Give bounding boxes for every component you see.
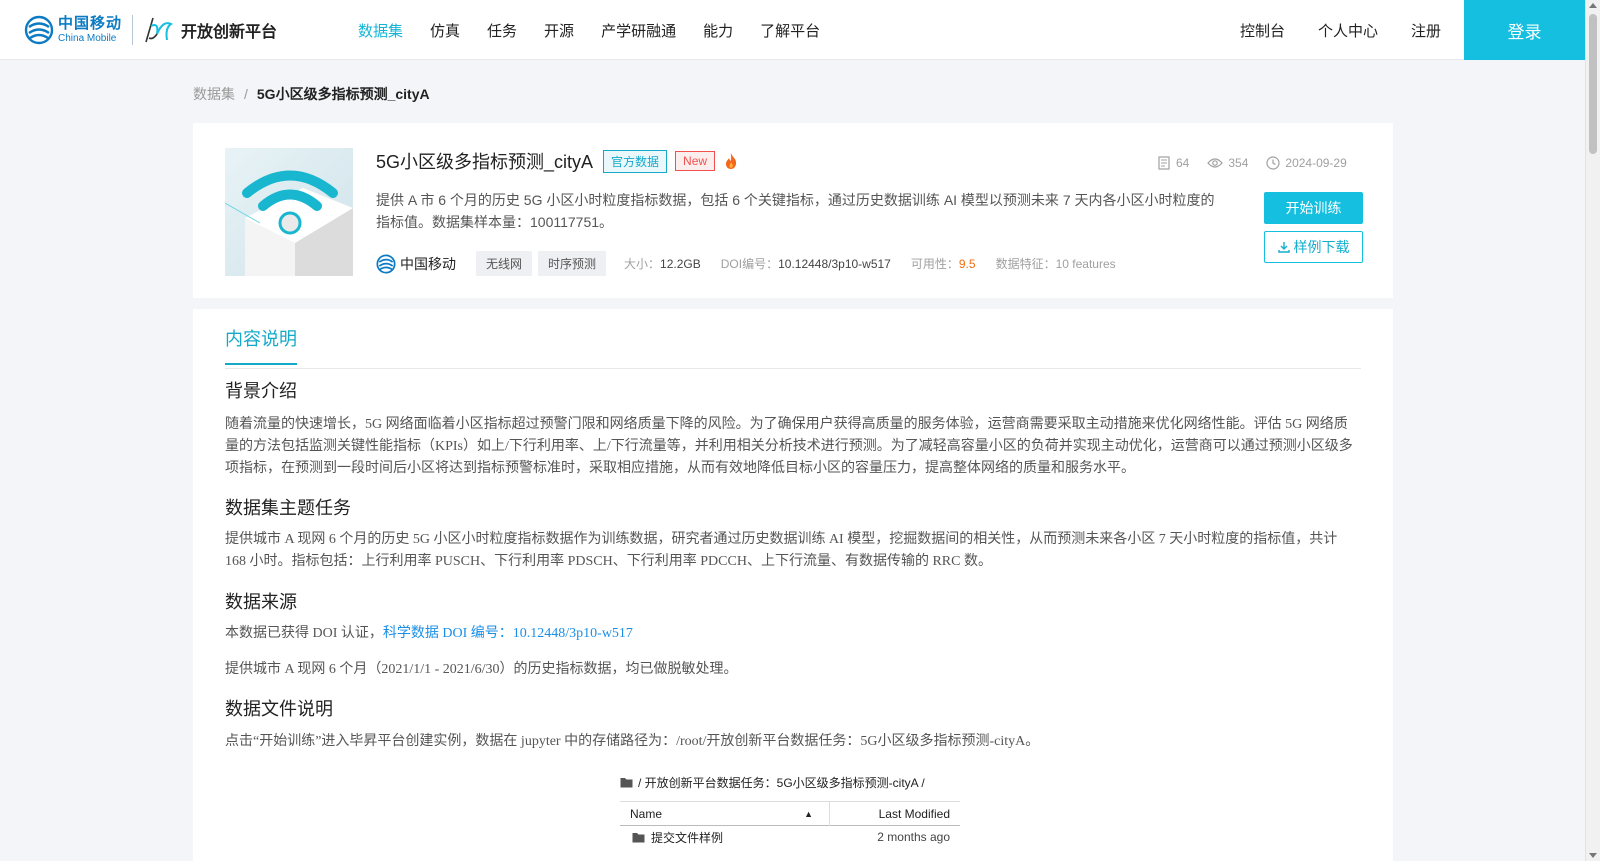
china-mobile-logo-icon [376, 253, 396, 274]
sample-download-button[interactable]: 样例下载 [1264, 231, 1363, 263]
main-nav: 数据集 仿真 任务 开源 产学研融通 能力 了解平台 [358, 0, 847, 60]
dataset-description: 提供 A 市 6 个月的历史 5G 小区小时粒度指标数据，包括 6 个关键指标，… [376, 192, 1215, 230]
tag-wireless[interactable]: 无线网 [476, 251, 533, 276]
tag-timeseries[interactable]: 时序预测 [538, 251, 607, 276]
breadcrumb-separator: / [244, 86, 248, 102]
china-mobile-logo-icon [24, 15, 54, 45]
clock-icon [1266, 156, 1280, 170]
features-value: 10 features [1055, 257, 1116, 271]
profile-link[interactable]: 个人中心 [1318, 20, 1378, 41]
source-text: 本数据已获得 DOI 认证， [225, 626, 383, 641]
dataset-info-card: 5G小区级多指标预测_cityA 官方数据 New 64 354 2024-09… [193, 123, 1393, 298]
column-name: Name [630, 806, 663, 821]
official-data-badge: 官方数据 [603, 149, 668, 173]
dataset-title: 5G小区级多指标预测_cityA [376, 152, 594, 172]
brand-mark-icon [145, 17, 174, 43]
scroll-thumb[interactable] [1589, 14, 1597, 154]
breadcrumb-current: 5G小区级多指标预测_cityA [256, 86, 430, 102]
file-browser-screenshot: / 开放创新平台数据任务：5G小区级多指标预测-cityA / Name ▲ L… [620, 773, 960, 848]
section-title-task: 数据集主题任务 [225, 498, 351, 518]
section-title-files: 数据文件说明 [225, 699, 333, 719]
new-badge: New [675, 151, 716, 171]
scroll-up-arrow-icon[interactable] [1589, 3, 1597, 8]
console-link[interactable]: 控制台 [1240, 20, 1285, 41]
column-last-modified[interactable]: Last Modified [830, 807, 960, 821]
file-count-icon [1158, 156, 1170, 170]
view-count: 354 [1228, 156, 1249, 170]
top-header: 中国移动 China Mobile 开放创新平台 数据集 仿真 任务 开源 产学… [0, 0, 1585, 60]
file-browser-path: / 开放创新平台数据任务：5G小区级多指标预测-cityA / [638, 775, 925, 790]
tab-bar: 内容说明 [225, 309, 1361, 369]
provider-name: 中国移动 [400, 255, 456, 272]
nav-item-about[interactable]: 了解平台 [760, 20, 820, 41]
right-nav: 控制台 个人中心 注册 [1240, 0, 1474, 60]
usability-label: 可用性： [910, 257, 959, 271]
features-label: 数据特征： [995, 257, 1056, 271]
file-name: 提交文件样例 [651, 830, 724, 845]
nav-item-tasks[interactable]: 任务 [487, 20, 517, 41]
table-row[interactable]: 提交文件样例 2 months ago [620, 826, 960, 848]
section-text-background: 随着流量的快速增长，5G 网络面临着小区指标超过预警门限和网络质量下降的风险。为… [225, 417, 1353, 476]
usability-value: 9.5 [958, 257, 976, 271]
content-card: 内容说明 背景介绍 随着流量的快速增长，5G 网络面临着小区指标超过预警门限和网… [193, 309, 1393, 861]
nav-item-industry[interactable]: 产学研融通 [601, 20, 676, 41]
file-count: 64 [1176, 156, 1190, 170]
sample-download-label: 样例下载 [1293, 239, 1350, 255]
section-title-source: 数据来源 [225, 592, 297, 612]
publish-date: 2024-09-29 [1285, 156, 1347, 170]
doi-link[interactable]: 科学数据 DOI 编号：10.12448/3p10-w517 [383, 626, 633, 641]
folder-icon [620, 777, 633, 787]
section-text-files: 点击“开始训练”进入毕昇平台创建实例，数据在 jupyter 中的存储路径为：/… [225, 734, 1040, 749]
logo[interactable]: 中国移动 China Mobile 开放创新平台 [24, 13, 277, 47]
logo-en: China Mobile [58, 33, 117, 44]
provider[interactable]: 中国移动 [376, 253, 456, 274]
breadcrumb-datasets[interactable]: 数据集 [193, 84, 235, 104]
nav-item-capability[interactable]: 能力 [703, 20, 733, 41]
breadcrumb: 数据集 / 5G小区级多指标预测_cityA [193, 84, 430, 104]
file-table: Name ▲ Last Modified 提交文件样例 2 months ago [620, 801, 960, 848]
sort-up-icon: ▲ [804, 808, 813, 819]
fire-icon [726, 153, 737, 169]
size-value: 12.2GB [660, 257, 701, 271]
brand-name: 开放创新平台 [181, 24, 278, 41]
doi-value: 10.12448/3p10-w517 [778, 257, 891, 271]
file-modified: 2 months ago [877, 830, 950, 844]
section-title-background: 背景介绍 [225, 381, 297, 401]
tab-content-description[interactable]: 内容说明 [225, 325, 297, 365]
start-training-button[interactable]: 开始训练 [1264, 192, 1363, 224]
dataset-stats: 64 354 2024-09-29 [1158, 156, 1365, 170]
page-scrollbar[interactable] [1585, 0, 1600, 861]
logo-cn: 中国移动 [58, 15, 123, 32]
section-text-task: 提供城市 A 现网 6 个月的历史 5G 小区小时粒度指标数据作为训练数据，研究… [225, 532, 1338, 569]
wifi-illustration-icon [225, 170, 353, 276]
folder-icon [632, 832, 645, 842]
scroll-down-arrow-icon[interactable] [1589, 853, 1597, 858]
logo-divider [132, 15, 134, 45]
dataset-meta: 中国移动 无线网 时序预测 大小：12.2GB DOI编号：10.12448/3… [376, 251, 1124, 276]
register-link[interactable]: 注册 [1411, 20, 1441, 41]
eye-icon [1207, 158, 1224, 168]
size-label: 大小： [624, 257, 661, 271]
nav-item-datasets[interactable]: 数据集 [358, 20, 403, 41]
login-button[interactable]: 登录 [1464, 0, 1585, 60]
source-text-2: 提供城市 A 现网 6 个月（2021/1/1 - 2021/6/30）的历史指… [225, 662, 738, 677]
doi-label: DOI编号： [720, 257, 779, 271]
nav-item-simulation[interactable]: 仿真 [430, 20, 460, 41]
dataset-thumbnail [225, 148, 353, 276]
nav-item-opensource[interactable]: 开源 [544, 20, 574, 41]
download-icon [1277, 242, 1290, 253]
